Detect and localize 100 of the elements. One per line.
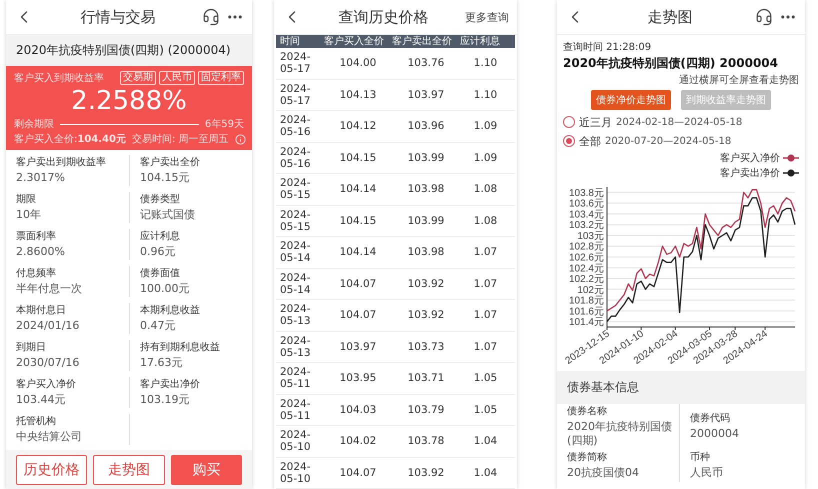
field-value: 2024/01/16 (16, 318, 80, 332)
table-cell-text: 1.10 (472, 57, 498, 70)
field-label: 债券代码 (690, 413, 731, 425)
table-cell-text: 103.92 (406, 309, 446, 322)
outline-button[interactable]: 历史价格 (16, 455, 88, 485)
field-label: 本期利息收益 (140, 304, 201, 316)
screen-title: 走势图 (646, 8, 694, 26)
headset-icon[interactable] (202, 8, 220, 26)
screen-title: 查询历史价格 (338, 8, 430, 26)
yield-label: 客户买入到期收益率 (14, 72, 104, 85)
table-cell-text: 103.99 (406, 214, 446, 227)
field-value: 104.15元 (140, 170, 190, 184)
table-cell-text: 103.98 (406, 183, 446, 196)
yield-value: 2.2588% (70, 86, 188, 116)
tick-label: 103.6元 (568, 198, 604, 210)
table-cell-text: 1.09 (472, 152, 498, 164)
table-cell-text: 104.07 (338, 309, 378, 322)
table-cell-text: 103.97 (406, 88, 446, 101)
field-value: 0.47元 (140, 318, 176, 332)
field-label: 本期付息日 (16, 304, 67, 316)
buy-price: 客户买入全价:104.40元 (14, 132, 126, 146)
headset-icon[interactable] (755, 8, 773, 26)
field-label: 到期日 (16, 342, 47, 354)
table-cell-text: 104.00 (338, 57, 378, 70)
table-cell-text: 1.04 (472, 466, 498, 479)
column-header: 客户卖出全价 (392, 35, 453, 48)
table-cell-text: 103.99 (406, 152, 446, 164)
range-dates: 2024-02-18—2024-05-18 (616, 116, 742, 128)
table-cell-text: 1.10 (472, 88, 498, 101)
table-cell-text: 104.07 (338, 278, 378, 290)
table-cell-text: 2024-05-13 (280, 334, 312, 359)
legend-marker-icon (783, 154, 799, 162)
info-icon[interactable] (234, 134, 246, 144)
table-cell-text: 104.15 (338, 152, 378, 164)
legend-label: 客户卖出净价 (720, 166, 780, 180)
table-cell-text: 1.08 (472, 214, 498, 227)
field-value: 中央结算公司 (16, 430, 83, 444)
radio-button[interactable] (563, 116, 575, 128)
field-label: 付息频率 (16, 268, 57, 280)
table-cell-text: 104.02 (338, 435, 378, 448)
field-label: 客户卖出到期收益率 (16, 156, 107, 168)
table-cell-text: 1.04 (472, 435, 498, 448)
table-cell-text: 104.15 (338, 214, 378, 227)
legend-label: 客户买入净价 (720, 152, 780, 165)
field-value: 2.3017% (16, 170, 66, 184)
column-header: 客户买入全价 (324, 35, 385, 48)
trade-time: 交易时间: 周一至周五 (132, 132, 229, 146)
table-cell-text: 104.12 (338, 120, 378, 132)
table-cell-text: 2024-05-16 (280, 146, 312, 170)
tag: 人民币 (159, 71, 195, 85)
more-query-link[interactable]: 更多查询 (465, 10, 509, 24)
table-cell-text: 1.07 (472, 309, 498, 322)
tick-label: 102.2元 (568, 274, 604, 286)
table-cell-text: 2024-05-15 (280, 177, 312, 202)
table-cell-text: 1.05 (472, 404, 498, 416)
buy-button[interactable]: 购买 (170, 455, 242, 485)
column-header: 应计利息 (460, 35, 501, 48)
table-cell-text: 2024-05-15 (280, 208, 312, 233)
table-cell-text: 104.14 (338, 246, 378, 258)
legend-marker-icon (783, 169, 799, 177)
table-cell-text: 1.05 (472, 372, 498, 384)
field-label: 币种 (690, 452, 711, 464)
table-cell-text: 103.73 (406, 340, 446, 353)
term-value: 6年59天 (204, 118, 244, 131)
table-cell-text: 1.09 (472, 120, 498, 132)
field-label: 应计利息 (140, 230, 181, 242)
table-cell-text: 2024-05-10 (280, 429, 312, 454)
outline-button[interactable]: 走势图 (93, 455, 165, 485)
field-label: 持有到期利息收益 (140, 342, 221, 354)
field-value: 103.19元 (140, 392, 190, 406)
rotate-hint: 通过横屏可全屏查看走势图 (679, 74, 799, 87)
field-value: 人民币 (690, 466, 724, 480)
table-cell-text: 104.07 (338, 466, 378, 479)
table-cell-text: 2024-05-17 (280, 51, 312, 76)
field-label: 客户卖出全价 (140, 156, 201, 168)
table-cell-text: 103.92 (406, 278, 446, 290)
table-cell-text: 103.95 (338, 372, 378, 384)
field-value: 半年付息一次 (16, 282, 83, 296)
field-value: 2030/07/16 (16, 356, 80, 370)
range-label: 全部 (579, 134, 601, 148)
field-label: 期限 (16, 194, 37, 206)
tick-label: 101.8元 (568, 296, 604, 307)
field-label: 票面利率 (16, 230, 57, 242)
tick-label: 102元 (577, 284, 604, 296)
table-cell-text: 104.13 (338, 88, 378, 101)
table-cell-text: 2024-05-17 (280, 82, 312, 107)
chart-tab[interactable]: 债券净价走势图 (591, 90, 671, 110)
tag: 交易期 (120, 71, 156, 85)
field-label: 客户卖出净价 (140, 378, 201, 390)
radio-button[interactable] (563, 135, 575, 147)
table-cell-text: 2024-05-13 (280, 303, 312, 328)
field-value: 103.44元 (16, 392, 66, 406)
field-value: 2020年抗疫特别国债(四期) (567, 420, 673, 448)
table-cell-text: 104.03 (338, 404, 378, 416)
field-value: 记账式国债 (140, 208, 196, 222)
column-header: 时间 (280, 35, 301, 48)
field-value: 2.8600% (16, 244, 66, 258)
field-value: 10年 (16, 208, 42, 222)
field-value: 0.96元 (140, 244, 176, 258)
table-cell-text: 2024-05-14 (280, 272, 312, 296)
